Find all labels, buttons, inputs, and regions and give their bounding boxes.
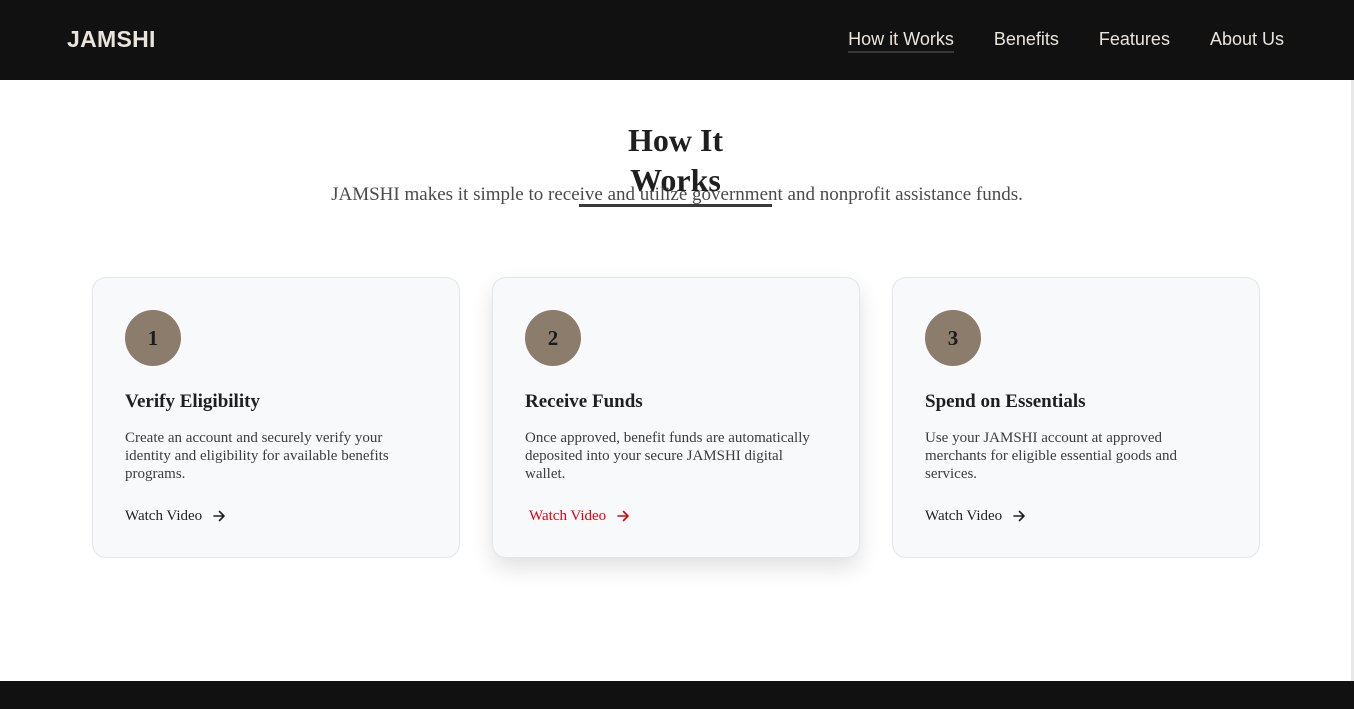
footer (0, 681, 1354, 709)
arrow-right-icon (617, 510, 629, 522)
step-description: Create an account and securely verify yo… (125, 430, 389, 482)
brand-logo[interactable]: JAMSHI (67, 26, 156, 53)
step-title: Verify Eligibility (125, 391, 260, 412)
watch-video-label: Watch Video (529, 508, 607, 524)
watch-video-label: Watch Video (925, 508, 1003, 524)
step-description: Once approved, benefit funds are automat… (525, 430, 810, 482)
nav-link-about-us[interactable]: About Us (1210, 29, 1284, 53)
nav-link-benefits[interactable]: Benefits (994, 29, 1059, 53)
step-title: Receive Funds (525, 391, 643, 412)
nav-link-features[interactable]: Features (1099, 29, 1170, 53)
arrow-right-icon (1013, 510, 1025, 522)
step-card-1: 1 Verify Eligibility Create an account a… (92, 277, 460, 558)
watch-video-link[interactable]: Watch Video (529, 507, 630, 525)
nav-link-how-it-works[interactable]: How it Works (848, 29, 954, 53)
step-description: Use your JAMSHI account at approved merc… (925, 430, 1178, 482)
top-navbar: JAMSHI How it Works Benefits Features Ab… (0, 0, 1354, 80)
main-nav: How it Works Benefits Features About Us (848, 29, 1284, 53)
step-title: Spend on Essentials (925, 391, 1086, 412)
section-subtitle: JAMSHI makes it simple to receive and ut… (331, 184, 1023, 205)
step-card-2: 2 Receive Funds Once approved, benefit f… (492, 277, 860, 558)
watch-video-label: Watch Video (125, 508, 203, 524)
watch-video-link[interactable]: Watch Video (925, 507, 1026, 525)
watch-video-link[interactable]: Watch Video (125, 507, 226, 525)
step-card-3: 3 Spend on Essentials Use your JAMSHI ac… (892, 277, 1260, 558)
step-number-badge: 3 (925, 310, 981, 366)
step-number-badge: 2 (525, 310, 581, 366)
arrow-right-icon (213, 510, 225, 522)
step-number-badge: 1 (125, 310, 181, 366)
